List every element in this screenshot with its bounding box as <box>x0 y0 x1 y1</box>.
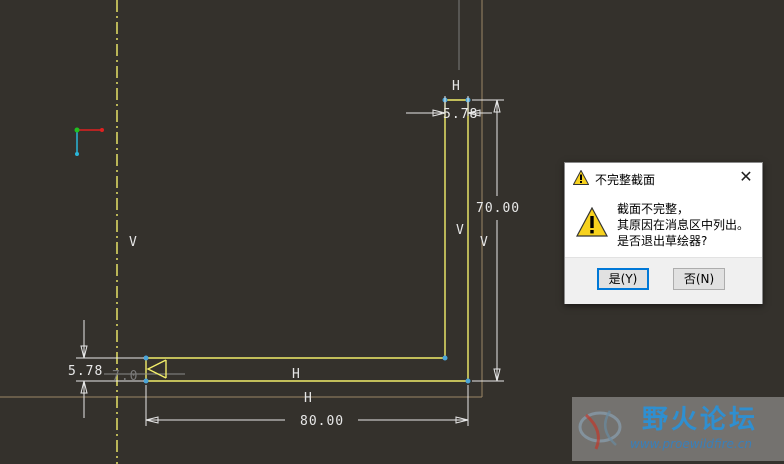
hidden-dim-arrow-icon <box>146 359 167 379</box>
vertex-point[interactable] <box>442 355 448 361</box>
constraint-v-outer: V <box>480 235 488 250</box>
dialog-title: 不完整截面 <box>595 173 656 187</box>
constraint-v-inner: V <box>456 223 464 238</box>
dim-text-5-78-top[interactable]: 5.78 <box>443 107 478 122</box>
dialog-titlebar[interactable]: 不完整截面 ✕ <box>565 163 762 193</box>
watermark-url: www.proewildfire.cn <box>630 437 752 451</box>
warning-icon-large <box>576 207 608 237</box>
incomplete-section-dialog[interactable]: 不完整截面 ✕ 截面不完整， 其原因在消息区中列出。 是否退出草绘器? 是(Y)… <box>564 162 763 304</box>
constraint-h-outer: H <box>304 391 312 406</box>
axis-x-end-icon <box>100 128 104 132</box>
constraint-h-top: H <box>452 79 460 94</box>
dialog-footer: 是(Y) 否(N) <box>565 257 762 304</box>
origin-icon <box>74 127 80 133</box>
dim-text-80[interactable]: 80.00 <box>300 414 344 429</box>
dimension-arrows <box>80 99 501 424</box>
dialog-message-line: 截面不完整， <box>617 202 690 216</box>
vertex-point[interactable] <box>143 378 149 384</box>
dialog-message: 截面不完整， 其原因在消息区中列出。 是否退出草绘器? <box>617 201 749 249</box>
sketch-vertices[interactable] <box>143 97 471 384</box>
dim-text-5-78-left[interactable]: 5.78 <box>68 364 103 379</box>
watermark-logo-icon <box>578 410 622 450</box>
watermark: 野火论坛 www.proewildfire.cn <box>572 397 784 461</box>
vertex-point[interactable] <box>465 378 471 384</box>
dialog-body: 截面不完整， 其原因在消息区中列出。 是否退出草绘器? <box>565 193 762 257</box>
constraint-h-inner: H <box>292 367 300 382</box>
warning-icon <box>573 170 589 185</box>
dim-text-hidden: 7.0 <box>112 369 138 384</box>
dimension-lines <box>76 96 504 426</box>
dialog-message-line: 是否退出草绘器? <box>617 234 708 248</box>
dialog-message-line: 其原因在消息区中列出。 <box>617 218 750 232</box>
close-icon[interactable]: ✕ <box>738 169 754 185</box>
sketch-profile[interactable] <box>145 99 469 382</box>
vertex-point[interactable] <box>143 355 149 361</box>
no-button[interactable]: 否(N) <box>673 268 725 290</box>
axis-y-end-icon <box>75 152 79 156</box>
yes-button[interactable]: 是(Y) <box>597 268 649 290</box>
constraint-v-centerline: V <box>129 235 137 250</box>
watermark-brand: 野火论坛 <box>642 405 759 435</box>
dim-text-70[interactable]: 70.00 <box>476 201 520 216</box>
